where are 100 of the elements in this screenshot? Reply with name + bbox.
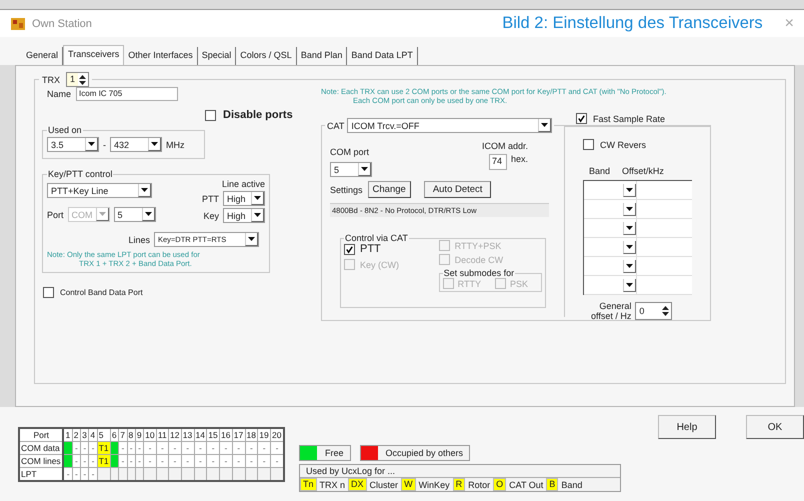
field-label: Key [203,210,219,220]
code-tag: B [546,478,558,491]
table-cell: - [72,454,81,468]
caret-icon [98,212,106,216]
dropdown[interactable]: 5 [330,162,372,177]
table-cell: - [88,454,98,468]
band-dropdown[interactable] [584,238,636,256]
checkbox-label: Control Band Data Port [60,288,143,297]
legend-item: Free [299,445,351,461]
dropdown[interactable]: ICOM Trcv.=OFF [347,118,552,133]
dropdown[interactable]: 432 [110,137,162,152]
offset-field[interactable] [636,257,692,275]
table-cell: - [80,442,89,454]
checkbox[interactable] [344,244,355,254]
code-label: WinKey [418,480,451,490]
caret-icon [151,142,158,146]
table-cell: - [168,442,182,454]
tab[interactable]: Transceivers [63,45,124,65]
table-cell: - [80,468,89,481]
dropdown[interactable]: High [223,208,265,223]
offset-field[interactable] [636,238,692,256]
address-field[interactable]: 74 [488,154,507,170]
checkbox-label: CW Revers [600,140,646,150]
caret-icon [626,206,633,210]
caret-icon [254,196,261,200]
window-title: Own Station [32,18,92,30]
column-header: 7 [118,428,128,442]
separator-text: - [103,140,106,150]
offset-field[interactable] [636,276,692,294]
caret-icon [144,212,152,216]
checkbox-label: RTTY+PSK [454,240,502,250]
group-title: Key/PTT control [47,169,114,179]
checkbox[interactable] [205,110,216,120]
checkbox[interactable] [576,113,587,124]
column-header: 17 [232,428,246,442]
dropdown[interactable]: 5 [114,207,156,222]
table-cell: - [194,442,207,454]
column-header: 2 [72,428,81,442]
checkbox-label: PSK [510,278,528,288]
checkbox-label: Decode CW [454,254,504,264]
action-button[interactable]: Change [368,181,411,198]
dropdown[interactable]: PTT+Key Line [47,183,152,198]
checkbox[interactable] [43,287,54,298]
app-icon [10,16,26,32]
column-header: Offset/kHz [622,166,664,176]
offset-spinner[interactable]: 0 [635,302,672,320]
table-cell: - [220,442,232,454]
table-cell: - [72,468,81,481]
caret-icon [254,213,261,217]
group-title: TRX [42,74,60,84]
column-header: 9 [135,428,144,442]
field-label: Settings [330,184,363,194]
figure-caption: Bild 2: Einstellung des Transceivers [502,14,763,33]
caret-icon [626,226,633,230]
table-cell: - [88,442,98,454]
dialog-button[interactable]: Help [658,415,716,439]
code-tag: R [452,478,466,491]
field-label: ICOM addr. [482,141,528,151]
checkbox-label: RTTY [458,278,481,288]
field-label: COM port [330,147,370,157]
unit-label: hex. [510,154,528,164]
action-button[interactable]: Auto Detect [424,181,492,198]
band-dropdown[interactable] [584,200,636,218]
field-label: Lines [128,234,150,244]
group-title: Used on [47,125,83,135]
legend-item: Occupied by others [360,445,470,461]
offset-field[interactable] [636,219,692,237]
column-header: 19 [258,428,271,442]
dropdown[interactable]: 3.5 [47,137,99,152]
column-header: 3 [80,428,89,442]
spinner-arrows-icon [78,74,88,86]
code-tag: O [493,478,506,491]
dialog-button[interactable]: OK [746,415,804,439]
checkbox[interactable] [583,139,594,150]
field-label: offset / Hz [591,311,632,321]
column-header: 16 [220,428,232,442]
table-cell: - [144,442,156,454]
trx-spinner[interactable]: 1 [66,72,90,87]
band-dropdown[interactable] [584,181,636,199]
band-dropdown[interactable] [584,276,636,294]
field-label: Port [47,210,64,220]
caret-icon [88,142,95,146]
dropdown[interactable]: High [223,191,265,206]
checkbox-label: PTT [360,243,381,255]
caret-icon [361,167,368,171]
name-field[interactable]: Icom IC 705 [76,87,178,101]
field-label: Name [47,89,72,99]
row-header: LPT [19,468,64,481]
caret-icon [626,282,633,286]
offset-field[interactable] [636,200,692,218]
band-dropdown[interactable] [584,257,636,275]
band-dropdown[interactable] [584,219,636,237]
group-title: Control via CAT [344,233,409,243]
caret-icon [541,123,548,127]
column-header: 15 [206,428,220,442]
column-header: 14 [194,428,207,442]
column-header: Band [589,166,610,176]
table-cell: - [127,442,136,454]
caret-icon [626,188,633,192]
offset-field[interactable] [636,181,692,199]
